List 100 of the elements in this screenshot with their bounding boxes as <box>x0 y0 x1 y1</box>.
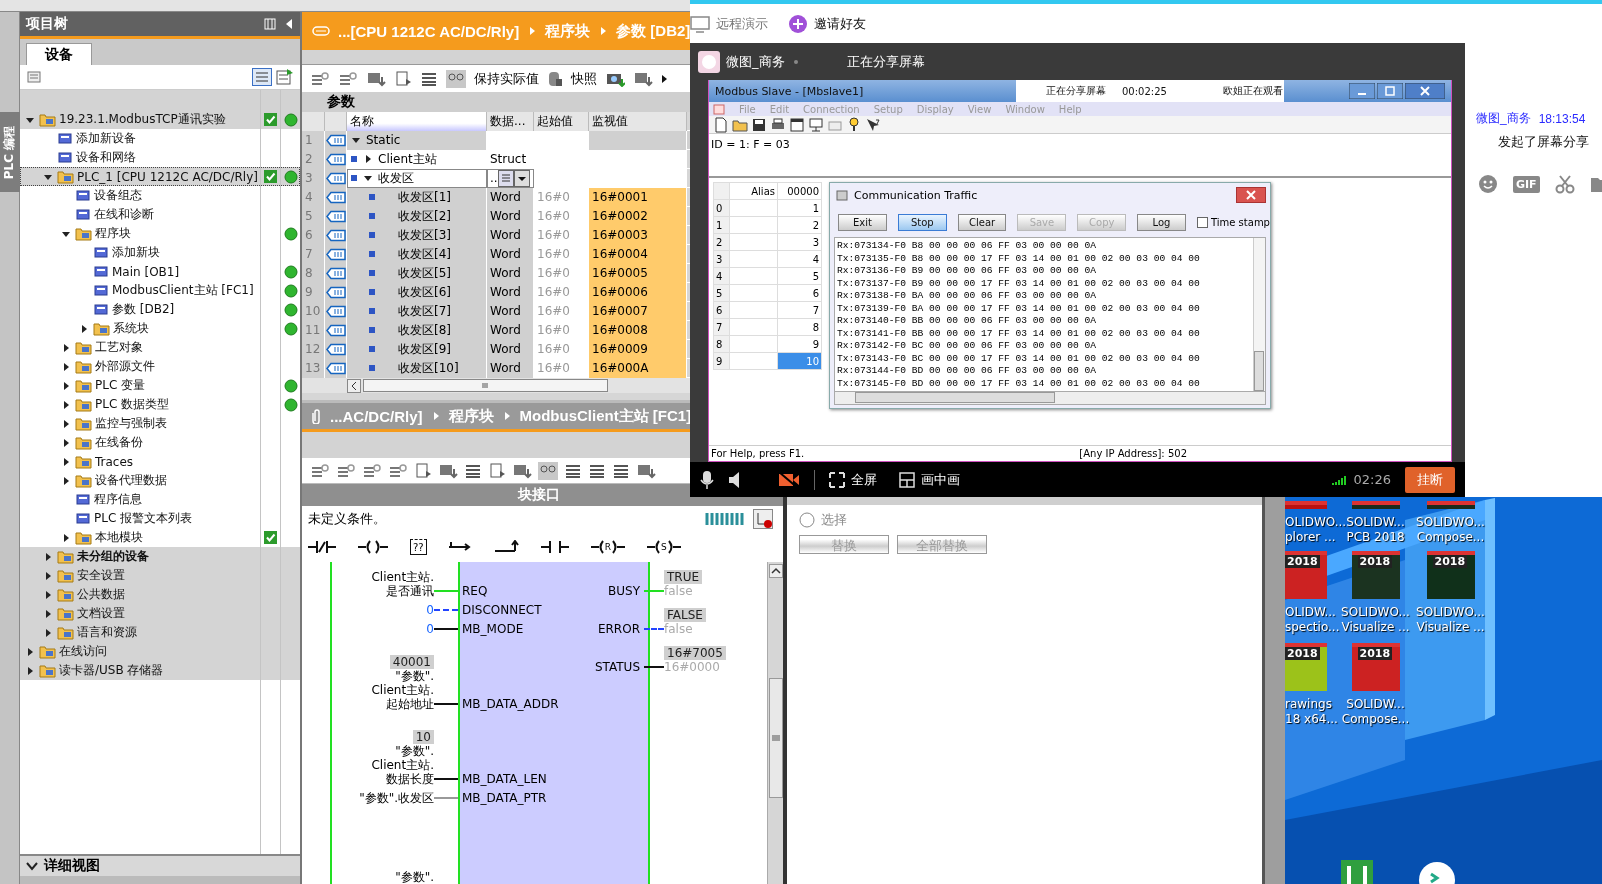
picture-in-picture-icon[interactable] <box>899 471 915 488</box>
table-cell[interactable]: 1 <box>777 199 822 217</box>
tree-item[interactable]: 未分组的设备 <box>20 547 300 566</box>
tab[interactable]: 设备 <box>26 43 92 65</box>
fullscreen-icon[interactable] <box>829 471 845 488</box>
gear-icon[interactable] <box>310 70 330 87</box>
empty-box-button[interactable]: ?? <box>410 539 427 555</box>
checkbox[interactable] <box>1196 216 1208 228</box>
dropdown-button[interactable] <box>513 169 530 187</box>
toolbar-button[interactable]: 保持实际值 <box>474 69 539 88</box>
download-icon[interactable] <box>366 70 386 87</box>
table-cell[interactable]: 5 <box>777 267 822 285</box>
scrollbar-thumb[interactable] <box>363 379 608 392</box>
table-cell[interactable]: 7 <box>777 301 822 319</box>
tree-item[interactable]: 文档设置 <box>20 604 300 623</box>
speaker-icon[interactable] <box>728 470 742 489</box>
scissors-icon[interactable] <box>1554 174 1575 194</box>
app-icon[interactable]: 2018 <box>1285 551 1327 599</box>
coil-button[interactable]: R <box>590 540 625 554</box>
grid-toggle-icon[interactable] <box>705 511 747 527</box>
database-icon[interactable] <box>547 69 563 88</box>
hang-up-button[interactable]: 挂断 <box>1405 466 1455 493</box>
dialog-button[interactable]: Exit <box>838 213 887 231</box>
list-icon[interactable] <box>464 462 482 479</box>
tree-item[interactable]: 设备代理数据 <box>20 471 300 490</box>
glasses-icon[interactable] <box>446 69 466 88</box>
gear-icon[interactable] <box>362 462 382 479</box>
tree-item[interactable]: 公共数据 <box>20 585 300 604</box>
minimize-icon[interactable] <box>1349 83 1375 99</box>
document-icon[interactable] <box>488 462 506 479</box>
table-settings-icon[interactable] <box>276 68 294 86</box>
tree-item[interactable]: 语言和资源 <box>20 623 300 642</box>
maximize-icon[interactable] <box>1377 83 1403 99</box>
save-icon[interactable] <box>751 116 767 133</box>
close-branch-icon[interactable] <box>494 540 519 554</box>
dialog-button[interactable]: Stop <box>897 213 947 231</box>
gif-button[interactable]: GIF <box>1513 175 1540 193</box>
window-icon[interactable] <box>789 116 805 133</box>
tree-item[interactable]: ModbusClient主站 [FC1] <box>20 281 300 300</box>
tree-item[interactable]: 外部源文件 <box>20 357 300 376</box>
add-friend-icon[interactable] <box>788 13 808 34</box>
list-icon[interactable] <box>588 462 606 479</box>
scrollbar-thumb[interactable] <box>855 392 1055 403</box>
collapse-icon[interactable] <box>284 18 294 30</box>
glasses-icon[interactable] <box>538 461 558 480</box>
document-icon[interactable] <box>414 462 432 479</box>
help-icon[interactable] <box>846 116 862 133</box>
app-icon[interactable]: 2018 <box>1351 643 1400 691</box>
list-icon[interactable] <box>564 462 582 479</box>
app-icon[interactable] <box>1426 501 1475 509</box>
split-view-icon[interactable] <box>264 18 276 30</box>
tree-item[interactable]: 添加新设备 <box>20 129 300 148</box>
coil-icon[interactable] <box>358 540 388 554</box>
app-icon[interactable]: 2018 <box>1426 551 1475 599</box>
gear-icon[interactable] <box>388 462 408 479</box>
table-view-icon[interactable] <box>252 68 272 86</box>
radio-button[interactable] <box>799 512 815 528</box>
list-icon[interactable] <box>612 462 630 479</box>
download-icon[interactable] <box>512 462 532 479</box>
context-help-icon[interactable] <box>865 116 881 133</box>
app-icon[interactable]: 2018 <box>1285 643 1327 691</box>
app-icon[interactable]: 2018 <box>1351 551 1400 599</box>
close-button[interactable] <box>1236 187 1266 203</box>
emoji-icon[interactable] <box>1478 174 1498 194</box>
tree-item[interactable]: 程序信息 <box>20 490 300 509</box>
open-branch-icon[interactable] <box>448 540 473 554</box>
tree-item[interactable]: 在线和诊断 <box>20 205 300 224</box>
breakpoint-icon[interactable] <box>753 509 773 529</box>
toolbar-link[interactable]: 邀请好友 <box>814 14 866 33</box>
toolbar-link[interactable]: 远程演示 <box>716 14 768 33</box>
tree-item[interactable]: Traces <box>20 452 300 471</box>
tree-item[interactable]: PLC 数据类型 <box>20 395 300 414</box>
tree-item[interactable]: Main [OB1] <box>20 262 300 281</box>
tree-item[interactable]: 参数 [DB2] <box>20 300 300 319</box>
tree-item[interactable]: 监控与强制表 <box>20 414 300 433</box>
download-icon[interactable] <box>636 462 656 479</box>
tree-item[interactable]: 19.23.1.ModbusTCP通讯实验 <box>20 110 300 129</box>
tree-item[interactable]: PLC 变量 <box>20 376 300 395</box>
tree-item[interactable]: 安全设置 <box>20 566 300 585</box>
download-icon[interactable] <box>633 70 653 87</box>
tree-item[interactable]: 系统块 <box>20 319 300 338</box>
dialog-button[interactable]: Log <box>1137 213 1186 231</box>
tree-item[interactable]: 读卡器/USB 存储器 <box>20 661 300 680</box>
scroll-left-icon[interactable] <box>347 378 361 393</box>
download-icon[interactable] <box>438 462 458 479</box>
scrollbar-thumb[interactable] <box>1254 351 1264 391</box>
table-cell[interactable]: 6 <box>777 284 822 302</box>
control-button[interactable]: 画中画 <box>921 470 960 489</box>
tree-item[interactable]: PLC 报警文本列表 <box>20 509 300 528</box>
scroll-up-icon[interactable] <box>768 564 783 578</box>
tree-item[interactable]: 在线备份 <box>20 433 300 452</box>
table-cell[interactable]: 3 <box>777 233 822 251</box>
toolbar-button[interactable]: 快照 <box>571 69 597 88</box>
list-icon[interactable] <box>420 70 438 87</box>
list-button[interactable] <box>497 169 514 187</box>
normally-closed-contact-icon[interactable] <box>308 540 336 554</box>
scrollbar-thumb[interactable] <box>768 678 783 798</box>
app-icon[interactable] <box>1351 501 1400 509</box>
coil-button[interactable]: S <box>646 540 681 554</box>
dialog-button[interactable]: Clear <box>957 213 1007 231</box>
